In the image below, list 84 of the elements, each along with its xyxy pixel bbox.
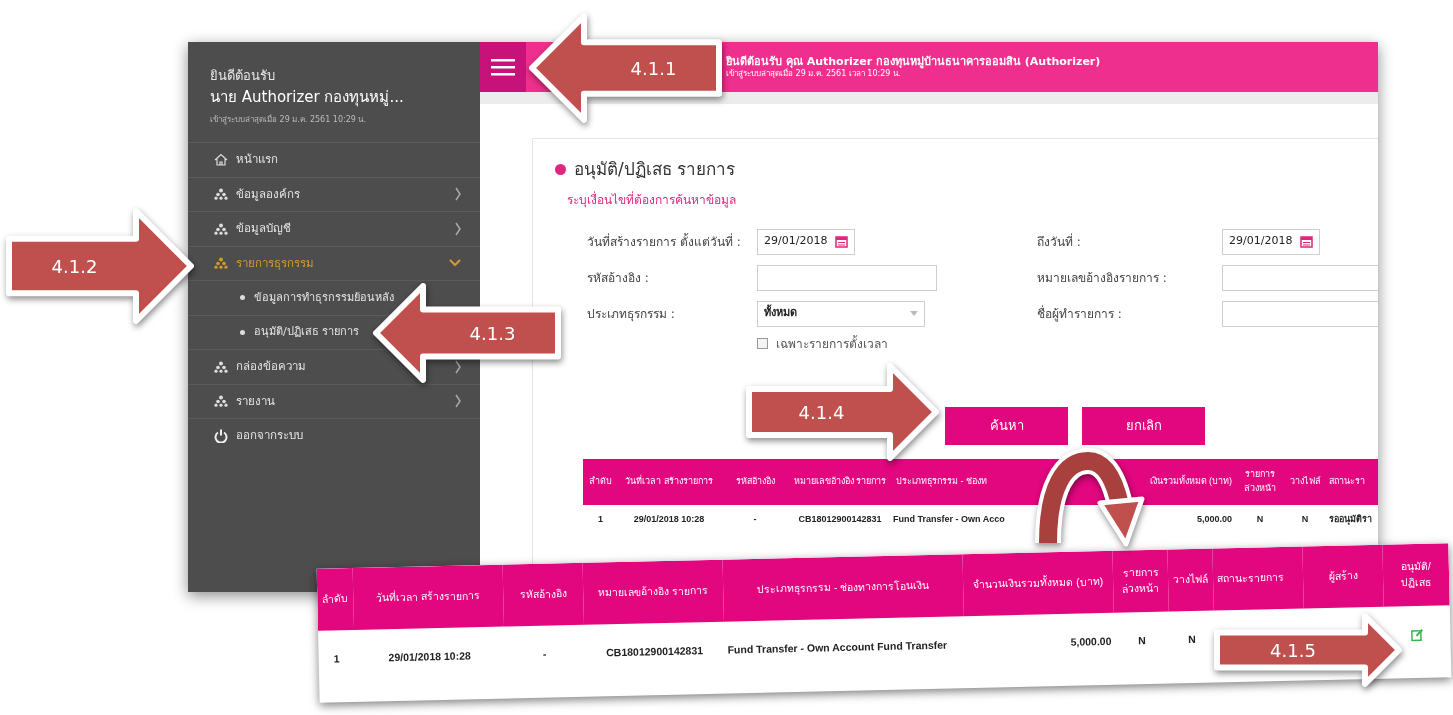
bullet-icon [240,295,245,301]
input-field[interactable] [757,264,937,291]
table-cell: - [504,624,586,685]
sidebar-item[interactable]: หน้าแรก [236,151,278,169]
column-header: หมายเลขอ้างอิง รายการ [790,458,890,505]
step-label: 4.1.2 [51,256,98,277]
column-header: อนุมัติ/ ปฏิเสธ [1382,543,1450,607]
sidebar-item[interactable]: กล่องข้อความ [236,358,306,376]
sidebar-item[interactable]: รายงาน [236,392,275,410]
column-header: วันที่เวลา สร้างรายการ [618,458,720,505]
table-cell: N [1235,504,1285,535]
table-cell: 1 [583,504,618,535]
calendar-icon [1300,235,1313,248]
checkbox-label: เฉพาะรายการตั้งเวลา [776,334,888,353]
step-label: 4.1.5 [1270,640,1316,661]
column-header: สถานะรายการ [1212,546,1304,611]
submenu-item[interactable]: ข้อมูลการทำธุรกรรมย้อนหลัง [254,289,394,306]
column-header: รหัสอ้างอิง [720,458,790,505]
org-chart-icon [214,360,228,373]
last-login-text: เข้าสู่ระบบล่าสุดเมื่อ 29 ม.ค. 2561 10:29 น. [210,114,367,126]
column-header: รายการ ล่วงหน้า [1235,458,1285,505]
table-cell: Fund Transfer - Own Acco [890,504,1100,535]
field-label: รหัสอ้างอิง : [587,269,650,287]
column-header: รหัสอ้างอิง [502,562,584,627]
column-header: หมายเลขอ้างอิง รายการ [582,559,724,625]
step-label: 4.1.1 [630,58,677,79]
last-login-text: เข้าสู่ระบบล่าสุดเมื่อ 29 ม.ค. 2561 เวลา 10:29 น. [726,68,901,78]
menu-button[interactable] [480,42,526,92]
bullet-icon [555,164,566,176]
org-chart-icon [214,395,228,408]
org-chart-icon [214,222,228,235]
step-label: 4.1.3 [469,323,516,344]
input-field[interactable] [1222,264,1378,291]
checkbox[interactable] [757,338,768,349]
field-label: หมายเลขอ้างอิงรายการ : [1037,269,1168,287]
submenu-item[interactable]: อนุมัติ/ปฏิเสธ รายการ [254,324,360,341]
section-subtitle: ระบุเงื่อนไขที่ต้องการค้นหาข้อมูล [567,190,737,209]
input-field[interactable] [1222,300,1378,327]
sidebar-item[interactable]: ออกจากระบบ [236,427,303,445]
power-icon [214,428,228,443]
date-field[interactable]: 29/01/2018 [757,228,855,255]
sidebar-item[interactable]: ข้อมูลองค์กร [236,185,300,203]
field-label: วันที่สร้างรายการ ตั้งแต่วันที่ : [587,232,742,251]
column-header: ประเภทธุรกรรม - ช่องทางการโอนเงิน [722,554,964,622]
greeting-text: ยินดีต้อนรับ คุณ Authorizer กองทุนหมู่บ้านธนาคารออมสิน (Authorizer) [726,56,1101,69]
column-header: ลำดับ [583,458,618,505]
column-header: สถานะรา [1325,458,1378,505]
table-cell: 29/01/2018 10:28 [618,504,720,535]
page-title: อนุมัติ/ปฏิเสธ รายการ [574,158,736,182]
column-header: รายการ ล่วงหน้า [1112,549,1169,613]
caret-icon [910,311,918,316]
table-cell: CB18012900142831 [790,504,890,535]
date-field[interactable]: 29/01/2018 [1222,228,1320,255]
welcome-text: ยินดีต้อนรับ [210,67,276,85]
field-label: ประเภทธุรกรรม : [587,305,676,323]
column-header: วันที่เวลา สร้างรายการ [352,564,504,631]
step-label: 4.1.4 [798,402,845,423]
table-cell: 1 [318,630,356,689]
org-chart-icon [214,257,228,270]
table-cell: รออนุมัติรา [1325,504,1378,535]
sidebar-item[interactable]: รายการธุรกรรม [236,254,314,272]
search-button[interactable]: ค้นหา [945,406,1068,445]
table-cell: 5,000.00 [1100,504,1235,535]
menu-icon [491,58,515,76]
edit-icon[interactable] [1410,628,1425,643]
calendar-icon [835,235,848,248]
table-cell: N [1113,611,1171,671]
org-chart-icon [214,188,228,201]
column-header: ผู้สร้าง [1302,544,1384,609]
cancel-button[interactable]: ยกเลิก [1082,406,1205,445]
column-header: ลำดับ [316,568,354,631]
column-header: จำนวนเงินรวมทั้งหมด (บาท) [962,550,1114,617]
field-label: ชื่อผู้ทำรายการ : [1037,304,1123,323]
bullet-icon [240,329,245,335]
type-dropdown[interactable]: ทั้งหมด [757,300,925,327]
field-label: ถึงวันที่ : [1037,232,1082,251]
user-name: นาย Authorizer กองทุนหมู่... [210,86,405,108]
sidebar-item[interactable]: ข้อมูลบัญชี [236,220,291,238]
table-cell: - [720,504,790,535]
column-header: วางไฟล์ [1167,548,1214,612]
column-header: วางไฟล์ [1285,458,1325,505]
table-cell: N [1285,504,1325,535]
home-icon [214,153,228,167]
table-cell: N [1168,610,1216,670]
